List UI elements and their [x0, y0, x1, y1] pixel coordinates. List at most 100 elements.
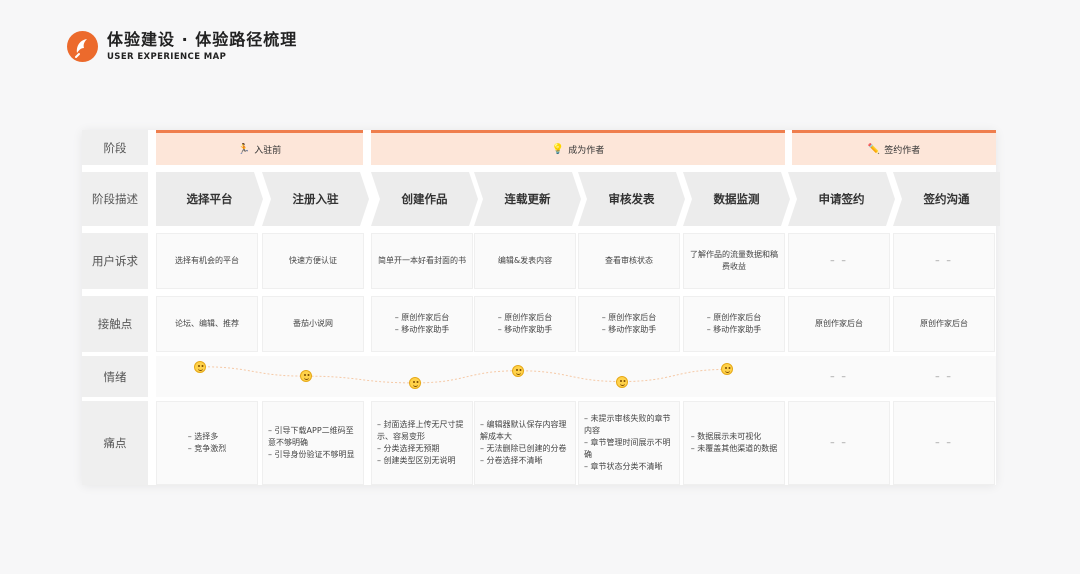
- emotion-empty-text: – –: [935, 371, 953, 382]
- pain-cell: – –: [788, 401, 890, 485]
- needs-text: 快速方便认证: [289, 256, 337, 265]
- pain-item: – 章节管理时间展示不明确: [584, 438, 671, 459]
- needs-text: 查看审核状态: [605, 256, 653, 265]
- touchpoint-text: 番茄小说网: [293, 319, 333, 328]
- pain-item: – 数据展示未可视化: [690, 432, 762, 441]
- row-label-emotion: 情绪: [82, 356, 148, 397]
- stage-select-platform: 选择平台: [156, 172, 263, 226]
- pain-cell: – 数据展示未可视化 – 未覆盖其他渠道的数据: [683, 401, 785, 485]
- stage-apply-sign: 申请签约: [788, 172, 895, 226]
- touchpoint-cell: – 原创作家后台 – 移动作家助手: [474, 296, 576, 352]
- touchpoint-text: 原创作家后台: [815, 319, 863, 328]
- stage-data-monitor: 数据监测: [683, 172, 790, 226]
- needs-cell: – –: [893, 233, 995, 289]
- stage-label: 审核发表: [608, 192, 655, 206]
- stage-label: 注册入驻: [292, 192, 339, 206]
- needs-text: 选择有机会的平台: [175, 256, 239, 265]
- row-label-phase: 阶段: [82, 130, 148, 165]
- touchpoint-cell: – 原创作家后台 – 移动作家助手: [578, 296, 680, 352]
- smiley-icon: [409, 376, 421, 389]
- touchpoint-cell: 论坛、编辑、推荐: [156, 296, 258, 352]
- needs-cell: – –: [788, 233, 890, 289]
- pain-item: – 引导身份验证不够明显: [268, 450, 355, 459]
- pain-item: – 创建类型区别无说明: [377, 456, 456, 465]
- phase-label: 成为作者: [568, 145, 605, 156]
- page-title: 体验建设 · 体验路径梳理: [107, 30, 298, 49]
- smiley-icon: [616, 375, 628, 388]
- touchpoint-cell: – 原创作家后台 – 移动作家助手: [371, 296, 473, 352]
- pain-item: – 封面选择上传无尺寸提示、容易变形: [377, 420, 464, 441]
- page-subtitle: USER EXPERIENCE MAP: [107, 52, 227, 62]
- needs-cell: 了解作品的流量数据和稿费收益: [683, 233, 785, 289]
- pain-item: – 未提示审核失败的章节内容: [584, 414, 671, 435]
- touchpoint-cell: 原创作家后台: [893, 296, 995, 352]
- phase-label: 签约作者: [884, 145, 921, 156]
- touchpoint-cell: – 原创作家后台 – 移动作家助手: [683, 296, 785, 352]
- row-label-pain: 痛点: [82, 401, 148, 485]
- runner-icon: 🏃: [237, 143, 251, 155]
- row-label-stage: 阶段描述: [82, 172, 148, 226]
- pain-item: – 编辑器默认保存内容理解成本大: [480, 420, 567, 441]
- pencil-icon: ✏️: [867, 143, 881, 155]
- touchpoint-cell: 番茄小说网: [262, 296, 364, 352]
- needs-cell: 编辑&发表内容: [474, 233, 576, 289]
- emotion-empty-cell: – –: [893, 356, 995, 397]
- touchpoint-text: 原创作家后台: [920, 319, 968, 328]
- needs-text: 编辑&发表内容: [497, 256, 553, 265]
- pain-cell: – 未提示审核失败的章节内容 – 章节管理时间展示不明确 – 章节状态分类不清晰: [578, 401, 680, 485]
- pain-item: – 章节状态分类不清晰: [584, 462, 663, 471]
- needs-text: 简单开一本好看封面的书: [378, 256, 466, 265]
- stage-sign-communicate: 签约沟通: [893, 172, 1000, 226]
- pain-text: – –: [830, 438, 848, 448]
- touchpoint-item: – 原创作家后台: [394, 313, 450, 322]
- touchpoint-item: – 移动作家助手: [497, 325, 553, 334]
- phase-signed-author: ✏️ 签约作者: [792, 130, 996, 165]
- pain-item: – 分卷选择不清晰: [480, 456, 543, 465]
- stage-register: 注册入驻: [262, 172, 369, 226]
- phase-become-author: 💡 成为作者: [371, 130, 785, 165]
- pain-item: – 无法删除已创建的分卷: [480, 444, 567, 453]
- phase-label: 入驻前: [254, 145, 282, 156]
- needs-cell: 简单开一本好看封面的书: [371, 233, 473, 289]
- stage-label: 数据监测: [713, 192, 760, 206]
- pain-cell: – 封面选择上传无尺寸提示、容易变形 – 分类选择无预期 – 创建类型区别无说明: [371, 401, 473, 485]
- emotion-empty-cell: – –: [788, 356, 890, 397]
- stage-review-publish: 审核发表: [578, 172, 685, 226]
- pain-item: – 分类选择无预期: [377, 444, 440, 453]
- pain-item: – 选择多: [187, 432, 219, 441]
- touchpoint-item: – 原创作家后台: [601, 313, 657, 322]
- row-label-touchpoints: 接触点: [82, 296, 148, 352]
- pain-cell: – –: [893, 401, 995, 485]
- pain-item: – 竞争激烈: [187, 444, 227, 453]
- smiley-icon: [194, 360, 206, 373]
- stage-label: 申请签约: [818, 192, 865, 206]
- emotion-empty-text: – –: [830, 371, 848, 382]
- experience-map: 阶段 阶段描述 用户诉求 接触点 情绪 痛点 🏃 入驻前 💡 成为作者 ✏️ 签…: [82, 130, 1000, 485]
- touchpoint-text: 论坛、编辑、推荐: [175, 319, 239, 328]
- lightbulb-icon: 💡: [551, 143, 565, 155]
- needs-cell: 快速方便认证: [262, 233, 364, 289]
- pain-cell: – 编辑器默认保存内容理解成本大 – 无法删除已创建的分卷 – 分卷选择不清晰: [474, 401, 576, 485]
- pain-item: – 引导下载APP二维码至意不够明确: [268, 426, 354, 447]
- needs-text: 了解作品的流量数据和稿费收益: [690, 250, 778, 271]
- pain-item: – 未覆盖其他渠道的数据: [690, 444, 778, 453]
- header: 体验建设 · 体验路径梳理 USER EXPERIENCE MAP: [67, 30, 297, 62]
- pain-cell: – 引导下载APP二维码至意不够明确 – 引导身份验证不够明显: [262, 401, 364, 485]
- stage-label: 选择平台: [186, 192, 233, 206]
- touchpoint-item: – 移动作家助手: [601, 325, 657, 334]
- needs-text: – –: [830, 256, 848, 266]
- touchpoint-item: – 移动作家助手: [706, 325, 762, 334]
- stage-serial-update: 连载更新: [474, 172, 581, 226]
- needs-cell: 选择有机会的平台: [156, 233, 258, 289]
- needs-text: – –: [935, 256, 953, 266]
- pain-text: – –: [935, 438, 953, 448]
- stage-create-work: 创建作品: [371, 172, 478, 226]
- stage-label: 签约沟通: [923, 192, 970, 206]
- touchpoint-item: – 原创作家后台: [706, 313, 762, 322]
- phase-before-join: 🏃 入驻前: [156, 130, 363, 165]
- touchpoint-item: – 原创作家后台: [497, 313, 553, 322]
- row-label-needs: 用户诉求: [82, 233, 148, 289]
- smiley-icon: [512, 364, 524, 377]
- stage-label: 连载更新: [504, 192, 551, 206]
- touchpoint-item: – 移动作家助手: [394, 325, 450, 334]
